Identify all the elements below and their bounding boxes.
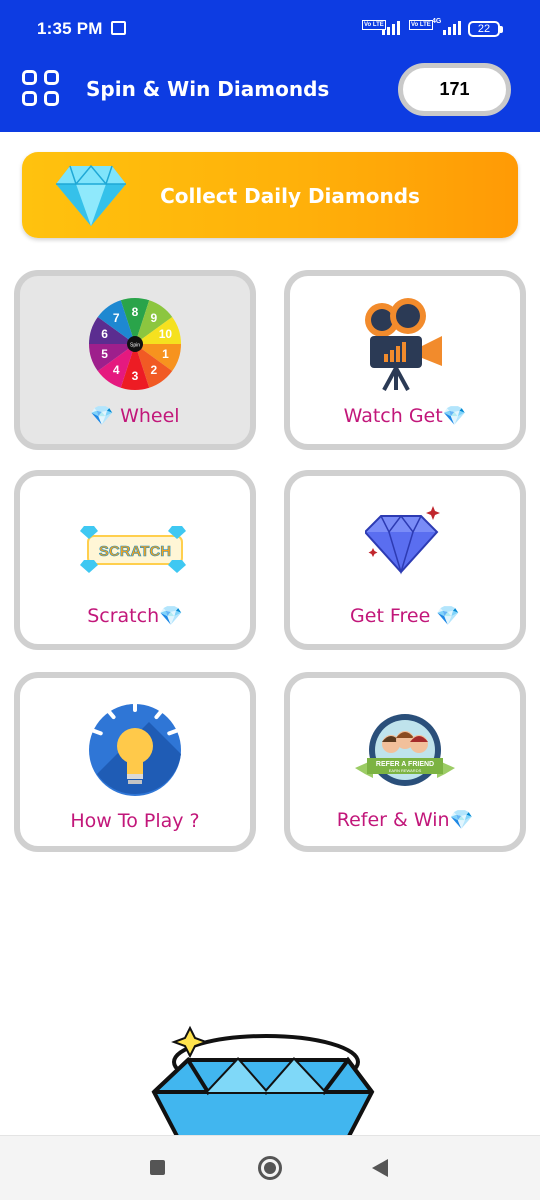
how-to-play-label: How To Play ? [70, 810, 200, 832]
message-icon [111, 21, 126, 35]
wheel-number: 8 [132, 305, 139, 319]
movie-camera-icon [365, 298, 442, 391]
app-header: 1:35 PM Vo LTE Vo LTE 4G 22 Spin & Win D… [0, 0, 540, 132]
scratch-card-icon: SCRATCH [80, 526, 186, 573]
get-free-card[interactable]: Get Free 💎 [284, 470, 526, 650]
wheel-number: 3 [132, 369, 139, 383]
network-type-icon: 4G [432, 18, 442, 25]
wheel-number: 9 [150, 311, 157, 325]
wheel-number: 6 [101, 327, 108, 341]
wheel-number: 5 [101, 347, 108, 361]
wheel-label: 💎 Wheel [90, 405, 180, 427]
signal-icon-2 [443, 20, 461, 35]
wheel-number: 2 [150, 363, 157, 377]
diamond-counter: 171 [398, 63, 511, 116]
watch-get-card[interactable]: Watch Get💎 [284, 270, 526, 450]
wheel-number: 1 [162, 347, 169, 361]
battery-icon: 22 [468, 21, 503, 37]
recent-apps-button[interactable] [150, 1160, 165, 1175]
scratch-card[interactable]: SCRATCH Scratch💎 [14, 470, 256, 650]
wheel-number: 4 [113, 363, 120, 377]
wheel-card[interactable]: 8 9 10 1 2 3 4 5 6 7 Spin 💎 Wheel [14, 270, 256, 450]
wheel-number: 7 [113, 311, 120, 325]
status-time: 1:35 PM [37, 19, 103, 38]
collect-daily-label: Collect Daily Diamonds [160, 184, 420, 208]
collect-daily-diamonds-button[interactable]: Collect Daily Diamonds [22, 152, 518, 238]
scratch-text: SCRATCH [99, 543, 171, 560]
signal-icon [382, 20, 400, 35]
wheel-number: 10 [159, 327, 173, 341]
page-title: Spin & Win Diamonds [86, 77, 330, 101]
get-free-label: Get Free 💎 [350, 605, 460, 627]
refer-win-label: Refer & Win💎 [336, 809, 474, 831]
refer-badge-subtitle: EARN REWARDS [389, 768, 422, 773]
how-to-play-card[interactable]: How To Play ? [14, 672, 256, 852]
refer-friend-badge-icon: REFER A FRIEND EARN REWARDS [355, 714, 455, 786]
spin-wheel-icon: 8 910 12345 67 Spin [89, 298, 181, 390]
back-button[interactable] [372, 1159, 388, 1177]
status-bar: 1:35 PM Vo LTE Vo LTE 4G 22 [0, 0, 540, 58]
wheel-center-label: Spin [130, 343, 140, 349]
menu-grid-icon[interactable] [22, 70, 62, 108]
volte-icon-2: Vo LTE [409, 20, 433, 30]
home-button[interactable] [258, 1156, 282, 1180]
diamond-sparkle-icon [365, 506, 440, 575]
watch-get-label: Watch Get💎 [343, 405, 467, 427]
refer-badge-title: REFER A FRIEND [376, 761, 434, 768]
lightbulb-icon [89, 700, 181, 796]
diamond-icon [56, 164, 126, 226]
system-navigation-bar [0, 1135, 540, 1200]
large-diamond-icon [151, 1025, 375, 1138]
refer-win-card[interactable]: REFER A FRIEND EARN REWARDS Refer & Win💎 [284, 672, 526, 852]
scratch-label: Scratch💎 [87, 605, 183, 627]
